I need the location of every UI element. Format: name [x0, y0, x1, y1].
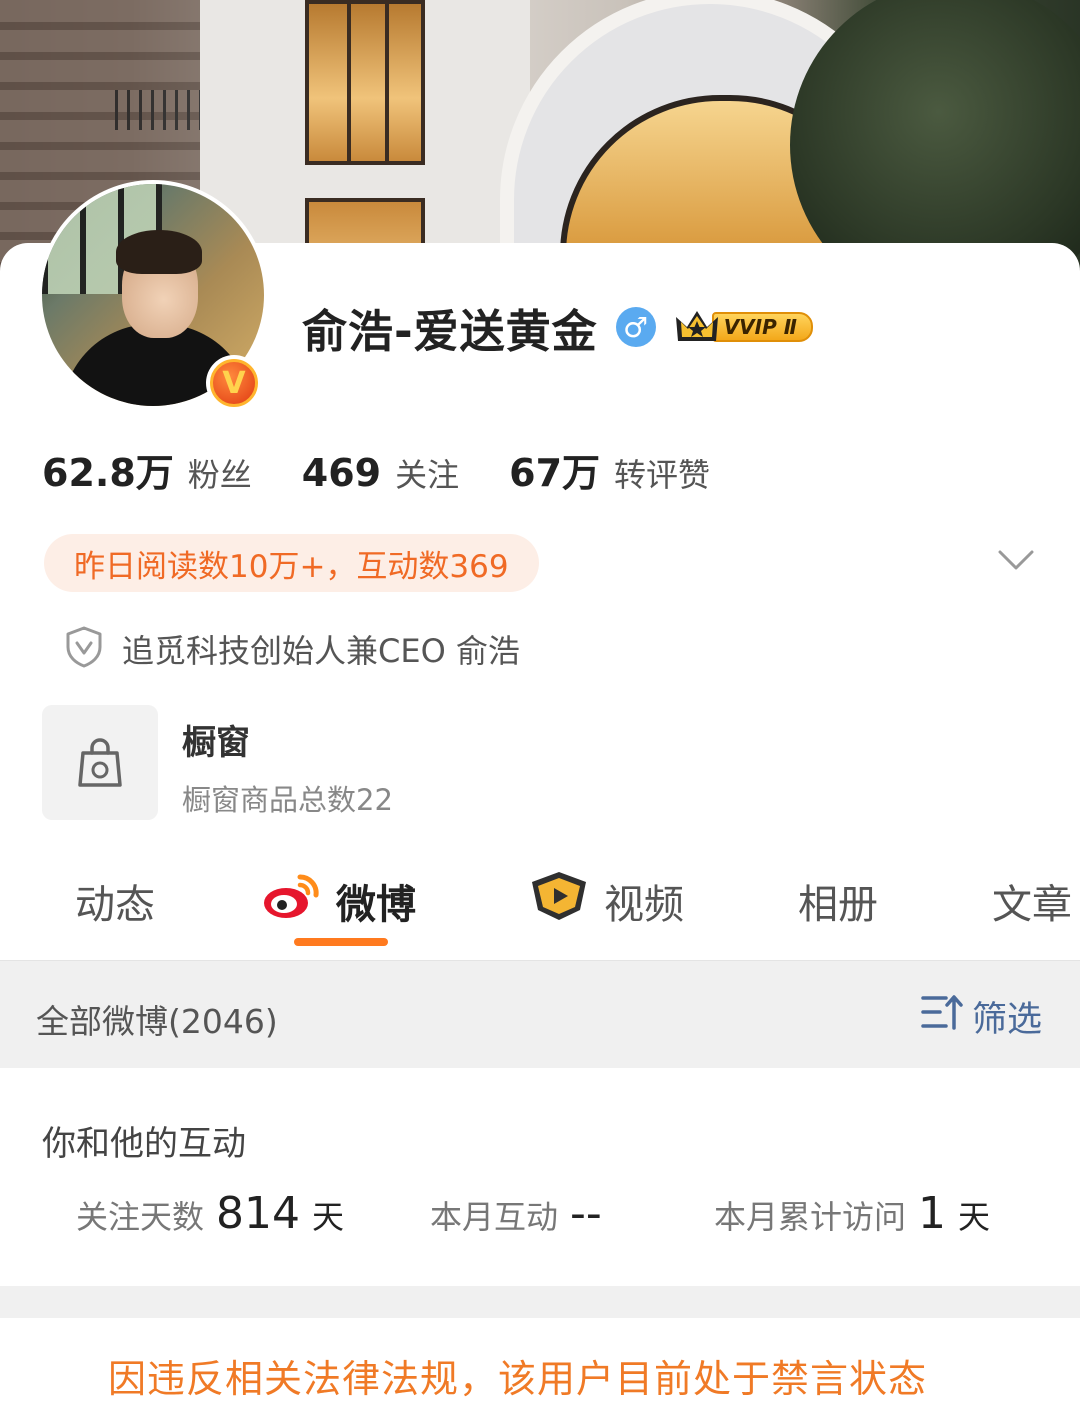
tab-weibo[interactable]: 微博 — [262, 866, 416, 936]
section-divider — [0, 1286, 1080, 1318]
filter-sort-icon — [920, 992, 964, 1041]
chevron-down-icon[interactable] — [996, 544, 1036, 576]
tab-articles[interactable]: 文章 — [992, 866, 1072, 936]
name-row: 俞浩-爱送黄金 ♂ VVIP Ⅱ — [302, 297, 813, 358]
tab-album[interactable]: 相册 — [798, 866, 878, 936]
interaction-title: 你和他的互动 — [42, 1124, 246, 1164]
posts-filter-bar: 全部微博(2046) 筛选 — [0, 960, 1080, 1068]
profile-tabs: 动态 微博 视频 相册 文章 — [0, 858, 1080, 958]
crown-icon — [674, 307, 720, 347]
engagement-count: 67万 — [509, 451, 601, 495]
active-tab-indicator — [294, 938, 388, 946]
followers-count: 62.8万 — [42, 451, 174, 495]
video-play-icon — [528, 870, 590, 932]
interaction-section: 你和他的互动 关注天数 814 天 本月互动 -- 本月累计访问 1 天 — [0, 1068, 1080, 1286]
filter-button[interactable]: 筛选 — [920, 991, 1042, 1041]
follow-days-metric: 关注天数 814 天 — [76, 1188, 345, 1239]
certification-row: 追觅科技创始人兼CEO 俞浩 — [64, 624, 520, 674]
shop-window[interactable]: 橱窗 橱窗商品总数22 — [42, 705, 542, 820]
stat-following[interactable]: 469 关注 — [302, 450, 459, 496]
cover-window-upper — [305, 0, 425, 165]
shop-subtitle: 橱窗商品总数22 — [182, 783, 393, 817]
tab-dynamics[interactable]: 动态 — [75, 866, 155, 936]
monthly-visits-metric: 本月累计访问 1 天 — [714, 1188, 991, 1239]
user-name: 俞浩-爱送黄金 — [302, 304, 598, 358]
verified-v-icon: V — [206, 355, 262, 411]
gender-male-icon: ♂ — [615, 307, 656, 347]
certification-text: 追觅科技创始人兼CEO 俞浩 — [122, 632, 520, 670]
weibo-logo-icon — [262, 871, 322, 931]
stats-row: 62.8万 粉丝 469 关注 67万 转评赞 — [42, 442, 760, 502]
tab-video[interactable]: 视频 — [528, 866, 684, 936]
shield-v-icon — [64, 625, 104, 673]
ban-notice: 因违反相关法律法规，该用户目前处于禁言状态 — [0, 1318, 1080, 1428]
vvip-label: VVIP Ⅱ — [711, 312, 813, 342]
all-posts-count[interactable]: 全部微博(2046) — [36, 995, 278, 1043]
following-count: 469 — [301, 451, 382, 495]
stat-followers[interactable]: 62.8万 粉丝 — [42, 442, 252, 497]
reads-pill[interactable]: 昨日阅读数10万+，互动数369 — [44, 534, 539, 592]
monthly-interaction-metric: 本月互动 -- — [430, 1188, 602, 1239]
followers-label: 粉丝 — [187, 456, 252, 494]
stat-engagement[interactable]: 67万 转评赞 — [509, 442, 710, 497]
vvip-badge[interactable]: VVIP Ⅱ — [674, 307, 813, 347]
shopping-bag-icon — [42, 705, 158, 820]
ban-notice-text: 因违反相关法律法规，该用户目前处于禁言状态 — [108, 1357, 928, 1401]
shop-title: 橱窗 — [182, 723, 250, 763]
following-label: 关注 — [395, 456, 460, 494]
engagement-label: 转评赞 — [614, 456, 711, 494]
